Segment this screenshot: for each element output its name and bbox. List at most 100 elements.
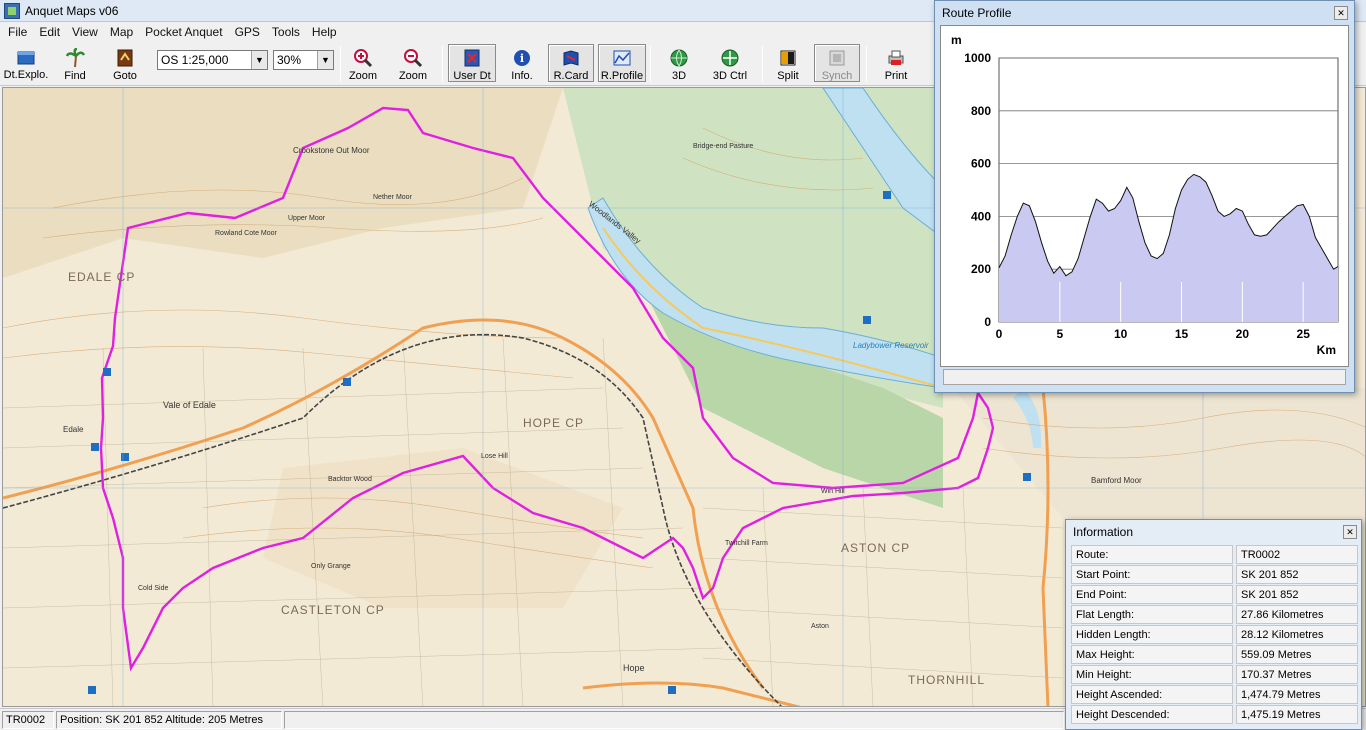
info-value: 170.37 Metres [1236,665,1358,684]
x-tick-label: 15 [1175,327,1189,341]
palm-tree-icon [64,48,86,68]
toolbar-separator [762,46,763,82]
toolbar-separator [340,46,341,82]
status-empty [284,710,1064,729]
route-profile-scrollbar[interactable] [943,369,1346,385]
status-position: Position: SK 201 852 Altitude: 205 Metre… [56,710,282,729]
info-value: 1,475.19 Metres [1236,705,1358,724]
chevron-down-icon[interactable]: ▼ [251,51,267,69]
information-title-bar[interactable]: Information ✕ [1066,520,1361,544]
synch-button[interactable]: Synch [814,44,860,82]
info-row: Flat Length: 27.86 Kilometres [1071,605,1358,625]
menu-map[interactable]: Map [104,25,139,39]
info-label: End Point: [1071,585,1233,604]
information-title: Information [1073,525,1134,539]
map-label-ladybower: Ladybower Reservoir [853,341,929,350]
toolbar-separator [650,46,651,82]
y-axis-label: m [951,33,962,47]
route-profile-window[interactable]: Route Profile ✕ 0 200 400 600 800 1000 0 5 10 15 2… [934,0,1355,393]
svg-text:i: i [520,52,524,65]
info-row: Hidden Length: 28.12 Kilometres [1071,625,1358,645]
information-window[interactable]: Information ✕ Route: TR0002 Start Point: SK… [1065,519,1362,730]
globe-icon [668,48,690,68]
info-value: 28.12 Kilometres [1236,625,1358,644]
info-value: 1,474.79 Metres [1236,685,1358,704]
info-row: Min Height: 170.37 Metres [1071,665,1358,685]
zoom-select[interactable]: 30% ▼ [273,50,334,70]
info-label: Start Point: [1071,565,1233,584]
zoom-in-icon [352,48,374,68]
print-button[interactable]: Print [876,44,916,82]
map-label-vale: Vale of Edale [163,400,216,410]
x-tick-label: 10 [1114,327,1128,341]
route-profile-chart-area: 0 200 400 600 800 1000 0 5 10 15 20 25 m Km [940,25,1349,367]
info-row: Route: TR0002 [1071,545,1358,565]
menu-help[interactable]: Help [306,25,343,39]
info-label: Max Height: [1071,645,1233,664]
goto-icon [114,48,136,68]
info-row: Height Descended: 1,475.19 Metres [1071,705,1358,725]
map-label-aston-cp: ASTON CP [841,541,911,555]
map-label-lose-hill: Lose Hill [481,453,508,460]
map-label-hope-cp: HOPE CP [523,416,585,430]
info-label: Height Descended: [1071,705,1233,724]
info-row: Start Point: SK 201 852 [1071,565,1358,585]
menu-view[interactable]: View [66,25,104,39]
info-button[interactable]: i Info. [502,44,542,82]
synch-icon [826,48,848,68]
printer-icon [885,48,907,68]
find-button[interactable]: Find [56,44,94,82]
x-tick-label: 0 [996,327,1003,341]
toolbar-separator [866,46,867,82]
scale-select[interactable]: OS 1:25,000 ▼ [157,50,268,70]
info-value: SK 201 852 [1236,565,1358,584]
route-card-icon [560,48,582,68]
dt-explo-button[interactable]: Dt.Explo. [2,44,50,82]
info-label: Flat Length: [1071,605,1233,624]
info-label: Min Height: [1071,665,1233,684]
zoom-in-button[interactable]: Zoom [344,44,382,82]
route-card-button[interactable]: R.Card [548,44,594,82]
explorer-icon [15,48,37,67]
x-tick-label: 5 [1056,327,1063,341]
menu-tools[interactable]: Tools [266,25,306,39]
app-icon [4,2,20,19]
route-profile-button[interactable]: R.Profile [598,44,646,82]
chevron-down-icon[interactable]: ▼ [317,51,333,69]
info-label: Height Ascended: [1071,685,1233,704]
split-button[interactable]: Split [768,44,808,82]
y-tick-label: 1000 [964,51,991,65]
status-route: TR0002 [2,710,54,729]
map-label-castleton-cp: CASTLETON CP [281,603,385,617]
route-profile-title: Route Profile [942,6,1012,20]
map-label-edale: Edale [63,425,84,434]
map-label-upper-moor: Upper Moor [288,215,325,222]
globe-control-icon [719,48,741,68]
x-tick-label: 20 [1236,327,1250,341]
info-row: End Point: SK 201 852 [1071,585,1358,605]
3d-ctrl-button[interactable]: 3D Ctrl [704,44,756,82]
info-value: TR0002 [1236,545,1358,564]
menu-pocket-anquet[interactable]: Pocket Anquet [139,25,228,39]
map-label-edale-cp: EDALE CP [68,270,136,284]
map-label-crookstone: Crookstone Out Moor [293,146,370,155]
goto-button[interactable]: Goto [104,44,146,82]
user-dt-button[interactable]: User Dt [448,44,496,82]
route-profile-title-bar[interactable]: Route Profile ✕ [935,1,1354,25]
menu-edit[interactable]: Edit [33,25,66,39]
route-profile-icon [611,48,633,68]
x-axis-label: Km [1317,343,1336,357]
menu-gps[interactable]: GPS [229,25,266,39]
3d-button[interactable]: 3D [660,44,698,82]
map-label-bamford: Bamford Moor [1091,476,1142,485]
close-icon[interactable]: ✕ [1343,525,1357,539]
route-profile-chart: 0 200 400 600 800 1000 0 5 10 15 20 25 m Km [951,33,1339,357]
map-label-thornhill: THORNHILL [908,673,986,687]
y-tick-label: 0 [984,315,991,329]
menu-file[interactable]: File [2,25,33,39]
close-icon[interactable]: ✕ [1334,6,1348,20]
window-title: Anquet Maps v06 [25,3,119,18]
info-value: 559.09 Metres [1236,645,1358,664]
zoom-out-button[interactable]: Zoom [394,44,432,82]
map-label-only-grange: Only Grange [311,563,351,570]
